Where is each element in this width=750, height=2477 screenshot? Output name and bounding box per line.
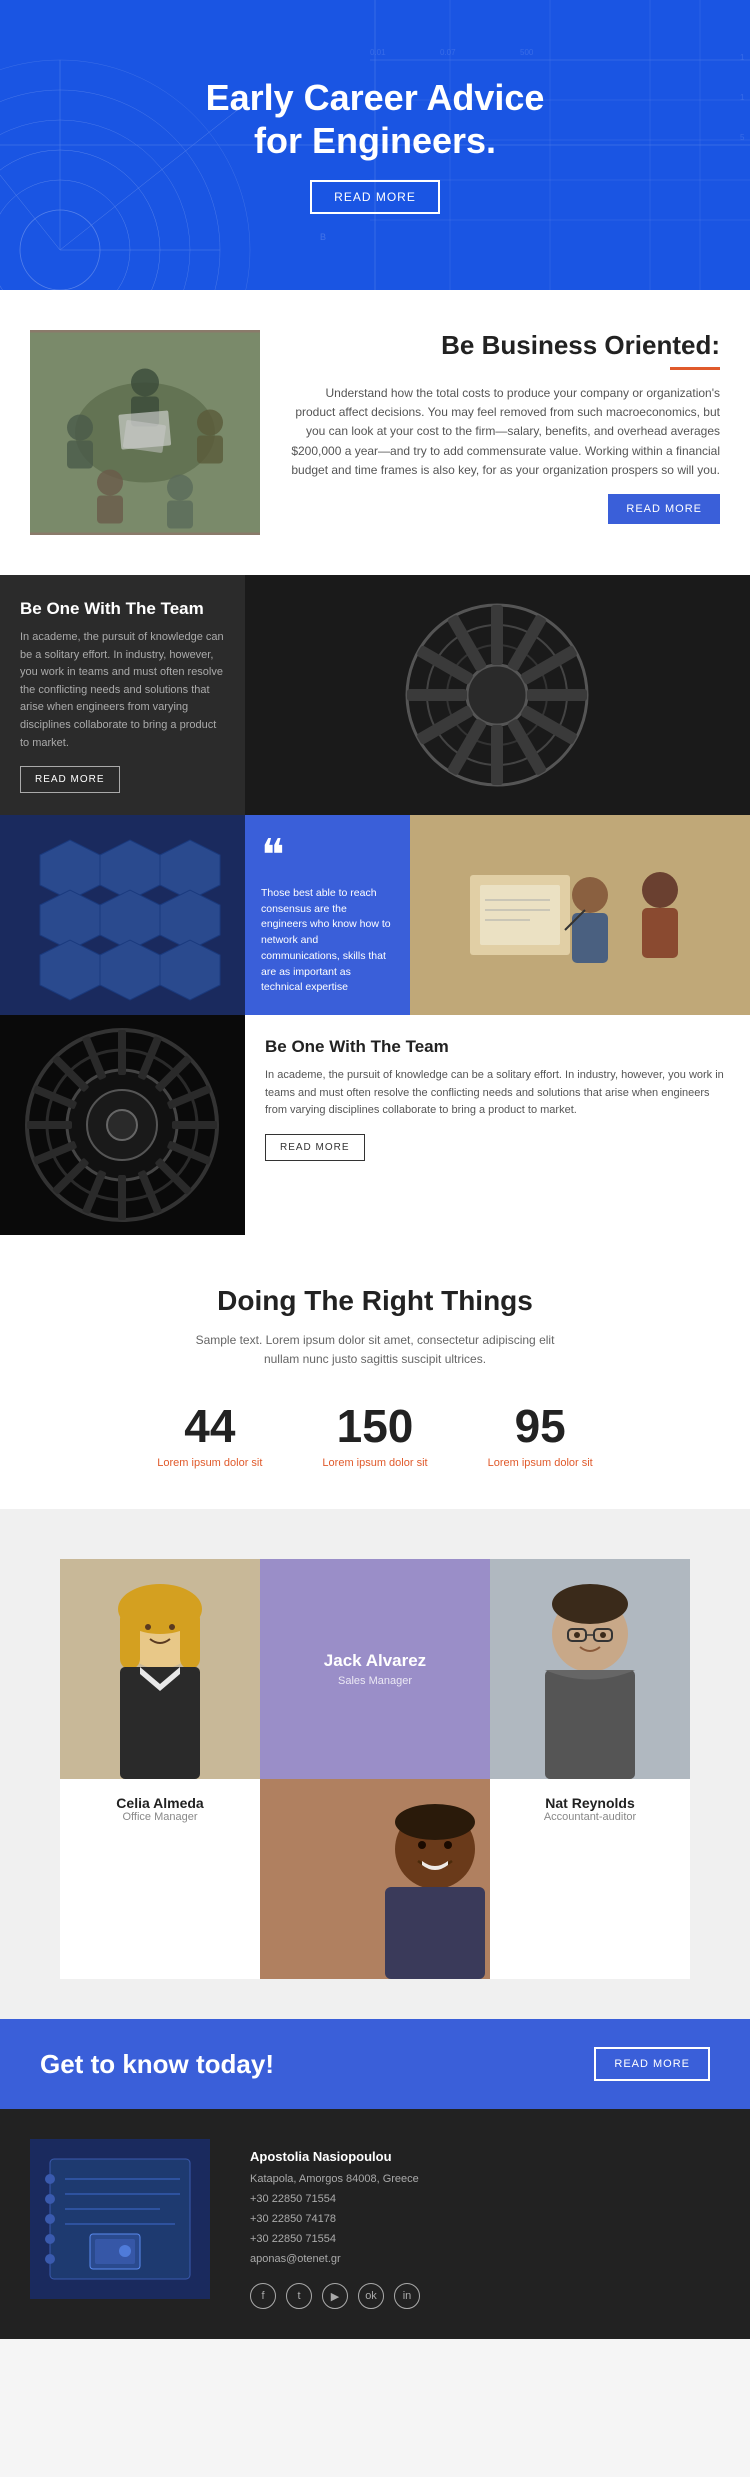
- quote-mark-icon: ❝: [261, 834, 394, 878]
- business-section: Be Business Oriented: Understand how the…: [0, 290, 750, 575]
- team-grid-bottom-row: Be One With The Team In academe, the pur…: [0, 1015, 750, 1235]
- doing-description: Sample text. Lorem ipsum dolor sit amet,…: [195, 1331, 555, 1369]
- twitter-icon[interactable]: t: [286, 2283, 312, 2309]
- svg-text:0.07: 0.07: [440, 48, 456, 57]
- quote-card: ❝ Those best able to reach consensus are…: [245, 815, 410, 1015]
- hero-content: Early Career Advice for Engineers. READ …: [206, 76, 545, 214]
- stat-label-3: Lorem ipsum dolor sit: [488, 1457, 593, 1469]
- linkedin-icon[interactable]: in: [394, 2283, 420, 2309]
- team-section: Jack Alvarez Sales Manager: [0, 1509, 750, 2019]
- youtube-icon[interactable]: ▶: [322, 2283, 348, 2309]
- business-image: [30, 330, 260, 535]
- cta-text: Get to know today!: [40, 2049, 274, 2080]
- svg-text:0.01: 0.01: [370, 48, 386, 57]
- footer: Apostolia Nasiopoulou Katapola, Amorgos …: [0, 2109, 750, 2339]
- celia-photo: [60, 1559, 260, 1779]
- team-card-2-title: Be One With The Team: [265, 1037, 730, 1057]
- team-card-2-btn[interactable]: READ MORE: [265, 1134, 365, 1161]
- featured-member-role: Sales Manager: [338, 1675, 412, 1687]
- business-text: Be Business Oriented: Understand how the…: [290, 330, 720, 535]
- footer-image: [30, 2139, 210, 2299]
- stat-number-1: 44: [157, 1399, 262, 1453]
- footer-info: Apostolia Nasiopoulou Katapola, Amorgos …: [230, 2139, 720, 2309]
- engine-image-2: [0, 1015, 245, 1235]
- doing-section: Doing The Right Things Sample text. Lore…: [0, 1235, 750, 1509]
- featured-member-card: Jack Alvarez Sales Manager: [260, 1559, 490, 1779]
- hero-read-more-button[interactable]: READ MORE: [310, 180, 440, 214]
- team-card-1: Be One With The Team In academe, the pur…: [0, 575, 245, 815]
- stat-label-1: Lorem ipsum dolor sit: [157, 1457, 262, 1469]
- business-divider: [670, 367, 720, 370]
- hero-title: Early Career Advice for Engineers.: [206, 76, 545, 162]
- ok-icon[interactable]: ok: [358, 2283, 384, 2309]
- team-bottom-row: Celia Almeda Office Manager: [60, 1779, 690, 1979]
- team-grid-mid-row: ❝ Those best able to reach consensus are…: [0, 815, 750, 1015]
- svg-text:500: 500: [520, 48, 534, 57]
- featured-member-name: Jack Alvarez: [324, 1651, 426, 1671]
- nat-photo: [490, 1559, 690, 1779]
- celia-role: Office Manager: [70, 1811, 250, 1823]
- footer-address: Katapola, Amorgos 84008, Greece +30 2285…: [250, 2170, 720, 2269]
- stat-item-3: 95 Lorem ipsum dolor sit: [488, 1399, 593, 1469]
- business-read-more-button[interactable]: READ MORE: [608, 494, 720, 524]
- team-card-1-title: Be One With The Team: [20, 599, 225, 619]
- celia-info: Celia Almeda Office Manager: [60, 1779, 260, 1979]
- stats-row: 44 Lorem ipsum dolor sit 150 Lorem ipsum…: [30, 1399, 720, 1469]
- nat-info: Nat Reynolds Accountant-auditor: [490, 1779, 690, 1979]
- footer-name: Apostolia Nasiopoulou: [250, 2149, 720, 2164]
- stat-number-2: 150: [322, 1399, 427, 1453]
- stat-label-2: Lorem ipsum dolor sit: [322, 1457, 427, 1469]
- social-icons-row: f t ▶ ok in: [250, 2283, 720, 2309]
- facebook-icon[interactable]: f: [250, 2283, 276, 2309]
- nat-role: Accountant-auditor: [500, 1811, 680, 1823]
- solar-panel-image: [0, 815, 245, 1015]
- team-card-1-btn[interactable]: READ MORE: [20, 766, 120, 793]
- business-paragraph: Understand how the total costs to produc…: [290, 384, 720, 480]
- stat-item-1: 44 Lorem ipsum dolor sit: [157, 1399, 262, 1469]
- doing-title: Doing The Right Things: [30, 1285, 720, 1317]
- team-grid-section: Be One With The Team In academe, the pur…: [0, 575, 750, 1235]
- hero-section: A B 0.01 0.07 500 1 1 5 Early Career Adv…: [0, 0, 750, 290]
- stat-number-3: 95: [488, 1399, 593, 1453]
- engine-image-1: [245, 575, 750, 815]
- svg-text:1: 1: [740, 93, 745, 102]
- team-card-1-text: In academe, the pursuit of knowledge can…: [20, 629, 225, 752]
- business-title: Be Business Oriented:: [441, 330, 720, 361]
- svg-text:5: 5: [740, 133, 745, 142]
- team-card-2-text: In academe, the pursuit of knowledge can…: [265, 1067, 730, 1120]
- cta-section: Get to know today! READ MORE: [0, 2019, 750, 2109]
- nat-name: Nat Reynolds: [500, 1795, 680, 1811]
- celia-name: Celia Almeda: [70, 1795, 250, 1811]
- quote-text: Those best able to reach consensus are t…: [261, 886, 394, 996]
- team-card-2: Be One With The Team In academe, the pur…: [245, 1015, 750, 1235]
- stat-item-2: 150 Lorem ipsum dolor sit: [322, 1399, 427, 1469]
- svg-text:1: 1: [740, 53, 745, 62]
- svg-text:B: B: [320, 232, 326, 242]
- team-top-row: Jack Alvarez Sales Manager: [60, 1559, 690, 1779]
- middle-member-photo: [260, 1779, 490, 1979]
- team-grid-top-row: Be One With The Team In academe, the pur…: [0, 575, 750, 815]
- engineers-image: [410, 815, 750, 1015]
- cta-button[interactable]: READ MORE: [594, 2047, 710, 2081]
